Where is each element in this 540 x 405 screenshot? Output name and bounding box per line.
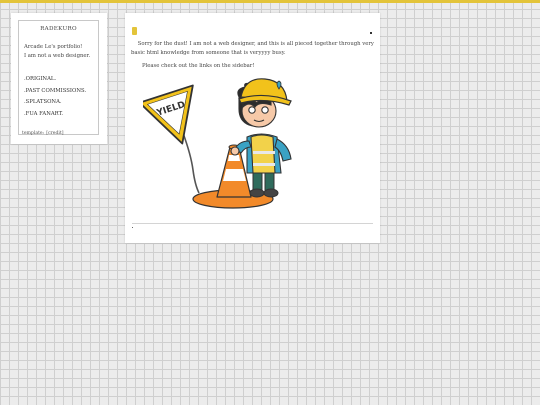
sidebar-intro: Arcade Le's portfolio! I am not a web de… — [24, 43, 90, 61]
construction-worker-illustration: YIELD — [143, 78, 292, 209]
site-title: RADEKURO — [40, 26, 77, 32]
content-divider — [132, 223, 373, 224]
top-accent-bar — [0, 0, 540, 3]
intro-line-2: I am not a web designer. — [24, 53, 91, 59]
heading-marker — [132, 27, 137, 35]
sidebar-prompt-text: Please check out the links on the sideba… — [142, 63, 255, 69]
intro-line-1: Arcade Le's portfolio! — [24, 44, 83, 50]
hard-hat-icon — [238, 78, 292, 106]
nav-link-fua-fanart[interactable]: .FUA FANART. — [24, 111, 86, 123]
template-credit: template: [credit] — [22, 131, 66, 136]
yield-sign-icon: YIELD — [143, 84, 194, 145]
nav-link-original[interactable]: .ORIGINAL. — [24, 76, 86, 88]
heading-dot — [370, 32, 372, 34]
sign-pole — [182, 132, 200, 194]
intro-paragraph-text: Sorry for the dust! I am not a web desig… — [131, 41, 374, 56]
nav-link-past-commissions[interactable]: .PAST COMMISSIONS. — [24, 88, 86, 100]
worker-legs — [249, 170, 279, 198]
intro-paragraph: Sorry for the dust! I am not a web desig… — [131, 40, 374, 58]
footer-dot — [132, 227, 133, 228]
sidebar-frame: RADEKURO Arcade Le's portfolio! I am not… — [18, 20, 99, 136]
sidebar: RADEKURO Arcade Le's portfolio! I am not… — [11, 13, 107, 144]
template-label: template: — [22, 131, 45, 136]
sidebar-nav: .ORIGINAL. .PAST COMMISSIONS. .SPLATSONA… — [24, 76, 86, 122]
main-content: Sorry for the dust! I am not a web desig… — [125, 13, 380, 243]
nav-link-splatsona[interactable]: .SPLATSONA. — [24, 99, 86, 111]
credit-link[interactable]: [credit] — [46, 131, 63, 136]
